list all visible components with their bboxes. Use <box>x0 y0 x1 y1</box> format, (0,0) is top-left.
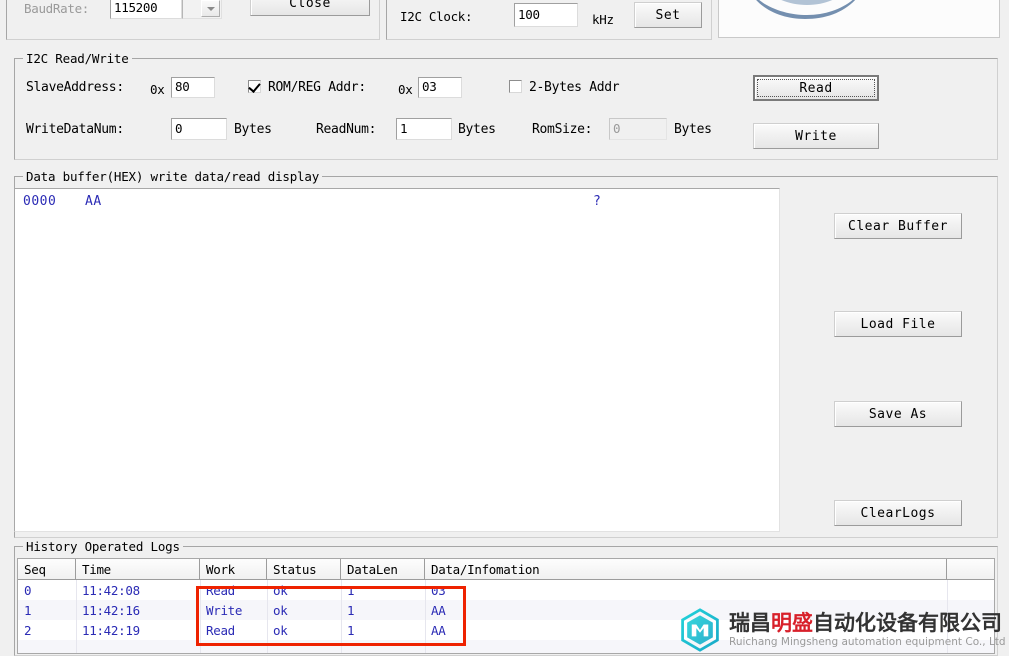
table-cell-work: Read <box>206 622 235 638</box>
table-cell-work: Write <box>206 602 243 618</box>
watermark-cn-after: 自动化设备有限公司 <box>813 610 1002 635</box>
table-cell-datalen: 1 <box>347 622 355 638</box>
rom-reg-addr-checkbox[interactable] <box>248 80 261 93</box>
i2c-clock-unit: kHz <box>592 12 614 27</box>
watermark-text: 瑞昌明盛自动化设备有限公司 Ruichang Mingsheng automat… <box>729 610 1006 648</box>
table-column-header[interactable]: DataLen <box>341 559 425 579</box>
table-cell-seq: 2 <box>24 622 32 638</box>
checkmark-icon <box>248 80 261 93</box>
table-cell-datalen: 1 <box>347 602 355 618</box>
buffer-ascii: ? <box>593 194 602 209</box>
table-cell-time: 11:42:16 <box>82 602 140 618</box>
buffer-offset: 0000 <box>23 194 57 209</box>
slave-address-prefix: 0x <box>150 82 165 97</box>
brand-logo-box: GEEYANG <box>718 0 1000 38</box>
table-cell-status: ok <box>273 602 288 618</box>
read-button[interactable]: Read <box>753 75 879 101</box>
geeyang-swoosh-icon <box>756 0 856 19</box>
table-cell-seq: 0 <box>24 582 32 598</box>
table-cell-extra <box>947 580 994 600</box>
table-column-header[interactable]: Status <box>267 559 341 579</box>
table-cell-datalen: 1 <box>347 582 355 598</box>
load-file-button[interactable]: Load File <box>834 311 962 337</box>
watermark-cn-highlight: 明盛 <box>771 610 813 635</box>
table-column-divider <box>341 580 342 653</box>
clear-buffer-button[interactable]: Clear Buffer <box>834 213 962 239</box>
i2c-clock-label: I2C Clock: <box>400 9 473 24</box>
data-buffer-textarea[interactable]: 0000 AA? <box>14 188 780 532</box>
rom-reg-addr-input[interactable]: 03 <box>418 77 462 98</box>
buffer-hex: AA <box>85 194 102 209</box>
write-data-num-label: WriteDataNum: <box>26 122 124 137</box>
data-buffer-group-title: Data buffer(HEX) write data/read display <box>23 169 323 184</box>
i2c-readwrite-group-title: I2C Read/Write <box>23 51 132 66</box>
write-button[interactable]: Write <box>753 123 879 149</box>
buffer-line: 0000 AA? <box>15 194 779 211</box>
table-cell-time: 11:42:19 <box>82 622 140 638</box>
watermark-company-name: 瑞昌明盛自动化设备有限公司 <box>729 610 1006 635</box>
rom-size-input[interactable]: 0 <box>609 118 667 140</box>
mingsheng-hexagon-icon <box>681 608 719 652</box>
save-as-button[interactable]: Save As <box>834 401 962 427</box>
table-column-divider <box>425 580 426 653</box>
baudrate-value: 115200 <box>110 0 182 19</box>
history-logs-group-title: History Operated Logs <box>23 539 183 554</box>
write-data-num-input[interactable]: 0 <box>171 118 227 140</box>
focus-rect <box>757 79 875 97</box>
rom-size-unit: Bytes <box>674 122 712 137</box>
clear-logs-button[interactable]: ClearLogs <box>834 500 962 526</box>
read-num-label: ReadNum: <box>316 122 377 137</box>
data-buffer-lines: 0000 AA? <box>15 189 779 211</box>
table-header-row: Seq Time Work Status DataLen Data/Infomation <box>18 559 994 580</box>
company-watermark: 瑞昌明盛自动化设备有限公司 Ruichang Mingsheng automat… <box>678 608 1006 652</box>
table-column-divider <box>76 580 77 653</box>
watermark-company-name-en: Ruichang Mingsheng automation equipment … <box>729 635 1006 648</box>
table-cell-seq: 1 <box>24 602 32 618</box>
table-column-header[interactable]: Data/Infomation <box>425 559 947 579</box>
table-column-header[interactable] <box>947 559 994 579</box>
two-bytes-addr-checkbox[interactable] <box>509 80 522 93</box>
table-column-divider <box>267 580 268 653</box>
table-column-divider <box>200 580 201 653</box>
chevron-down-icon[interactable] <box>201 0 220 17</box>
baudrate-label: BaudRate: <box>24 1 90 16</box>
baudrate-combo[interactable] <box>182 0 222 19</box>
two-bytes-addr-label: 2-Bytes Addr <box>529 80 620 95</box>
rom-reg-addr-prefix: 0x <box>398 82 413 97</box>
read-num-unit: Bytes <box>458 122 496 137</box>
table-cell-data: 03 <box>431 582 446 598</box>
write-data-num-unit: Bytes <box>234 122 272 137</box>
table-row[interactable]: 0 11:42:08 Read ok 1 03 <box>18 580 994 600</box>
rom-reg-addr-label: ROM/REG Addr: <box>268 80 366 95</box>
table-column-header[interactable]: Seq <box>18 559 76 579</box>
read-num-input[interactable]: 1 <box>396 118 452 140</box>
close-button[interactable]: Close <box>250 0 370 16</box>
table-cell-time: 11:42:08 <box>82 582 140 598</box>
table-column-header[interactable]: Work <box>200 559 267 579</box>
watermark-cn-before: 瑞昌 <box>729 610 771 635</box>
rom-size-label: RomSize: <box>532 122 593 137</box>
table-cell-status: ok <box>273 582 288 598</box>
table-cell-work: Read <box>206 582 235 598</box>
set-button[interactable]: Set <box>634 2 702 28</box>
table-column-header[interactable]: Time <box>76 559 200 579</box>
i2c-clock-input[interactable]: 100 <box>514 3 578 27</box>
slave-address-label: SlaveAddress: <box>26 80 124 95</box>
slave-address-input[interactable]: 80 <box>171 77 215 98</box>
table-cell-status: ok <box>273 622 288 638</box>
